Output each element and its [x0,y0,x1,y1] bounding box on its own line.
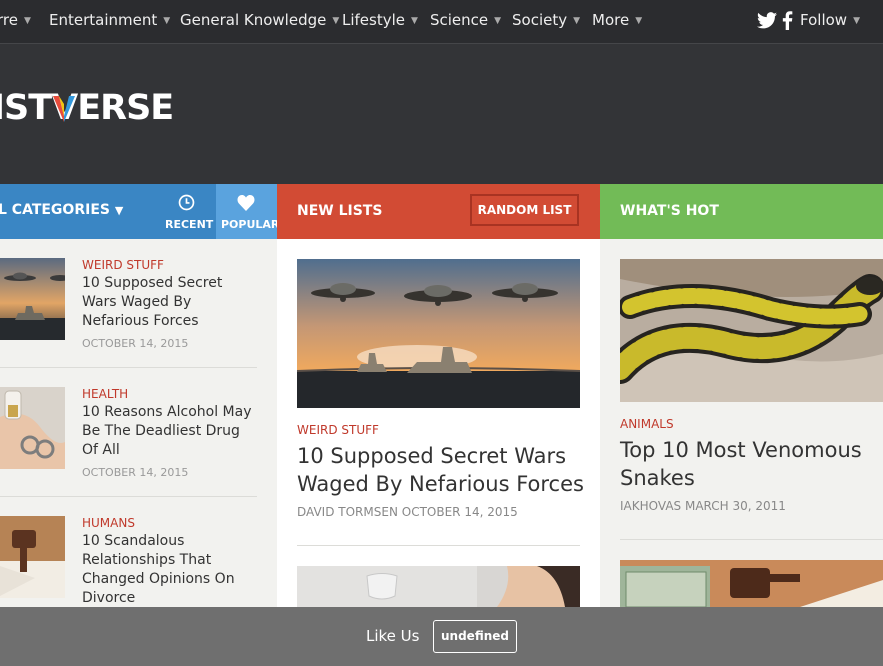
tab-popular-label: POPULAR [221,218,280,231]
facebook-icon[interactable] [782,11,793,30]
chevron-down-icon: ▼ [853,16,860,26]
all-categories-dropdown[interactable]: L CATEGORIES ▼ [0,202,123,218]
category-label[interactable]: HEALTH [82,387,128,401]
article-title[interactable]: 10 Supposed Secret Wars Waged By Nefario… [82,274,260,331]
like-button[interactable]: undefined [433,620,517,653]
divider [620,539,883,540]
logo-v-accent-icon [53,96,76,122]
whats-hot-heading: WHAT'S HOT [620,203,719,219]
chevron-down-icon: ▼ [635,16,643,26]
divider [0,367,257,368]
article-date: MARCH 30, 2011 [684,499,786,513]
list-item[interactable]: HUMANS 10 Scandalous Relationships That … [0,516,257,611]
author-name[interactable]: DAVID TORMSEN [297,505,398,519]
hot-article-title[interactable]: Top 10 Most Venomous Snakes [620,436,875,492]
site-logo[interactable]: ISTVERSE [0,88,174,128]
article-date: OCTOBER 14, 2015 [82,466,189,479]
tab-recent-label: RECENT [165,218,214,231]
nav-item-society[interactable]: Society ▼ [512,11,580,29]
divider [297,545,580,546]
article-thumbnail[interactable] [297,566,580,607]
caret-down-icon: ▼ [114,204,124,217]
follow-button[interactable]: Follow ▼ [800,11,860,29]
article-thumbnail [0,258,65,340]
random-list-button[interactable]: RANDOM LIST [470,194,579,226]
article-meta: IAKHOVAS MARCH 30, 2011 [620,499,786,513]
like-us-label: Like Us [366,627,420,645]
article-date: OCTOBER 14, 2015 [82,337,189,350]
article-thumbnail [0,516,65,598]
article-thumbnail [0,387,65,469]
featured-article-title[interactable]: 10 Supposed Secret Wars Waged By Nefario… [297,442,587,498]
tab-popular[interactable]: POPULAR [216,184,280,239]
nav-item-entertainment[interactable]: Entertainment ▼ [49,11,170,29]
chevron-down-icon: ▼ [494,16,502,26]
tab-recent[interactable]: RECENT [160,184,216,239]
article-thumbnail[interactable] [620,560,883,607]
chevron-down-icon: ▼ [573,16,581,26]
clock-icon [178,194,195,211]
nav-item-bizarre[interactable]: rre▼ [0,11,31,29]
nav-item-more[interactable]: More ▼ [592,11,642,29]
author-name[interactable]: IAKHOVAS [620,499,681,513]
article-title[interactable]: 10 Scandalous Relationships That Changed… [82,532,260,608]
nav-item-lifestyle[interactable]: Lifestyle ▼ [342,11,418,29]
chevron-down-icon: ▼ [23,16,31,26]
heart-icon [237,195,255,211]
category-label[interactable]: WEIRD STUFF [297,423,379,437]
category-label[interactable]: WEIRD STUFF [82,258,164,272]
divider [0,496,257,497]
category-label[interactable]: ANIMALS [620,417,674,431]
twitter-icon[interactable] [757,12,777,29]
chevron-down-icon: ▼ [411,16,418,26]
chevron-down-icon: ▼ [332,16,340,26]
chevron-down-icon: ▼ [163,16,171,26]
article-meta: DAVID TORMSEN OCTOBER 14, 2015 [297,505,518,519]
logo-v: V [51,88,78,128]
article-title[interactable]: 10 Reasons Alcohol May Be The Deadliest … [82,403,260,460]
featured-article-image[interactable] [297,259,580,408]
nav-item-general-knowledge[interactable]: General Knowledge ▼ [180,11,339,29]
hot-article-image[interactable] [620,259,883,402]
category-label[interactable]: HUMANS [82,516,135,530]
article-date: OCTOBER 14, 2015 [401,505,518,519]
list-item[interactable]: HEALTH 10 Reasons Alcohol May Be The Dea… [0,387,257,492]
new-lists-heading: NEW LISTS [297,203,383,219]
nav-item-science[interactable]: Science ▼ [430,11,501,29]
list-item[interactable]: WEIRD STUFF 10 Supposed Secret Wars Wage… [0,258,257,363]
top-navigation: rre▼ Entertainment▼ General Knowledge▼ L… [0,0,883,44]
